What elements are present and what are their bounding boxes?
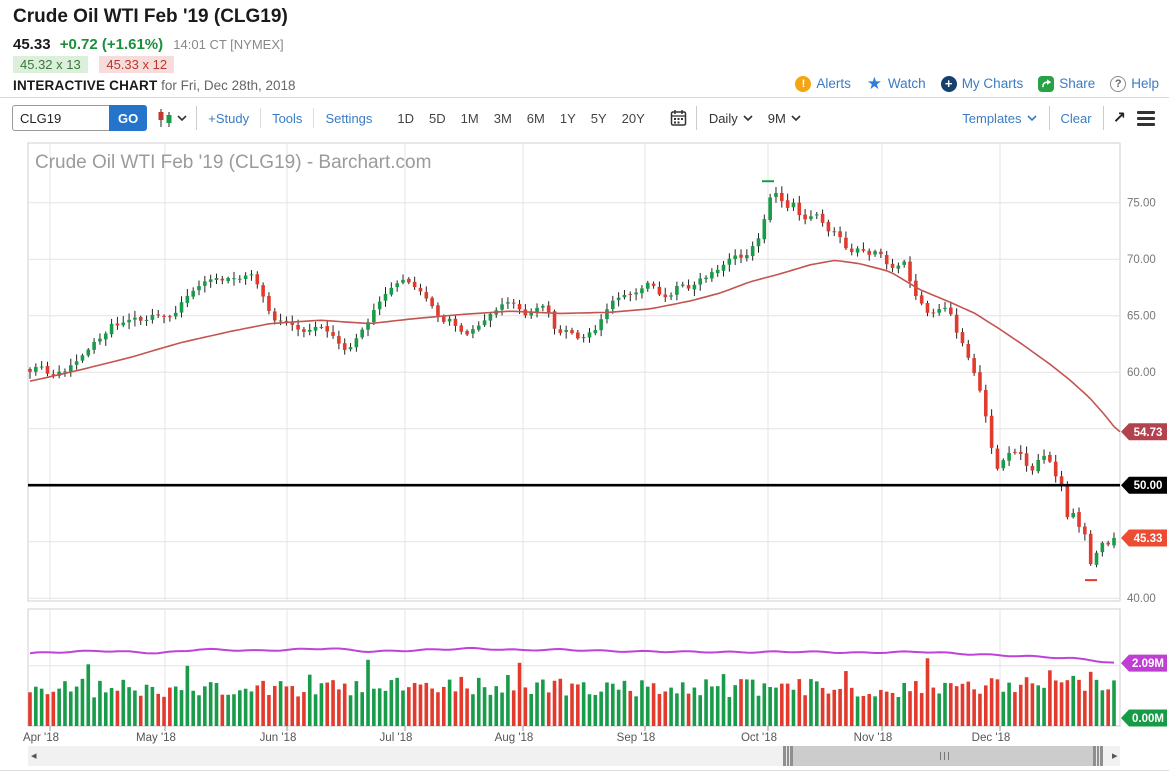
month-axis-label: Jun '18	[260, 732, 297, 744]
share-link[interactable]: Share	[1038, 76, 1095, 92]
symbol-input[interactable]	[12, 105, 109, 131]
price-change: +0.72 (+1.61%)	[60, 36, 163, 53]
divider	[196, 106, 197, 130]
chart-scrollbar-thumb[interactable]	[783, 746, 1103, 766]
share-arrow-icon	[1038, 76, 1054, 92]
templates-dropdown[interactable]: Templates	[959, 111, 1039, 126]
divider	[313, 108, 314, 128]
tools-button[interactable]: Tools	[270, 111, 304, 126]
last-price: 45.33	[13, 36, 51, 53]
chevron-down-icon	[743, 115, 753, 121]
month-axis-label: Oct '18	[741, 732, 777, 744]
bottom-divider	[0, 770, 1169, 771]
price-axis-label: 60.00	[1127, 367, 1156, 379]
month-axis-label: Nov '18	[854, 732, 893, 744]
month-axis-label: Jul '18	[380, 732, 413, 744]
menu-icon[interactable]	[1135, 109, 1157, 128]
alert-exclamation-icon: !	[795, 76, 811, 92]
range-20y-button[interactable]: 20Y	[619, 111, 648, 126]
chart-scrollbar-track[interactable]: ◂ ▸	[28, 746, 1120, 766]
divider	[1049, 106, 1050, 130]
candlestick-icon	[156, 108, 174, 128]
go-button[interactable]: GO	[109, 105, 147, 131]
bid-badge: 45.32 x 13	[13, 56, 88, 73]
chevron-down-icon	[177, 115, 187, 121]
price-axis-label: 75.00	[1127, 198, 1156, 210]
axis-badge-label: 54.73	[1134, 427, 1163, 439]
calendar-icon	[670, 109, 687, 127]
divider	[696, 106, 697, 130]
scroll-handle-right[interactable]	[1093, 746, 1103, 766]
range-1y-button[interactable]: 1Y	[557, 111, 579, 126]
scroll-handle-left[interactable]	[783, 746, 793, 766]
header-links: ! Alerts ★ Watch + My Charts Share ? Hel…	[795, 75, 1159, 92]
star-icon: ★	[866, 75, 883, 92]
frequency-dropdown[interactable]: Daily	[706, 111, 756, 126]
my-charts-link[interactable]: + My Charts	[941, 76, 1024, 92]
chevron-down-icon	[1027, 115, 1037, 121]
chevron-down-icon	[791, 115, 801, 121]
range-6m-button[interactable]: 6M	[524, 111, 548, 126]
axis-badge-label: 45.33	[1134, 533, 1163, 545]
axis-badge-label: 50.00	[1134, 480, 1163, 492]
chart-toolbar: GO +Study Tools Settings 1D 5D 1M 3M 6M …	[0, 100, 1169, 136]
scroll-grip	[940, 752, 951, 760]
chart-type-dropdown[interactable]	[156, 108, 187, 128]
symbol-input-group: GO	[12, 105, 147, 131]
ask-badge: 45.33 x 12	[99, 56, 174, 73]
scroll-right-icon[interactable]: ▸	[1112, 749, 1118, 763]
range-1d-button[interactable]: 1D	[394, 111, 417, 126]
scroll-left-icon[interactable]: ◂	[31, 749, 37, 763]
month-axis-label: Sep '18	[617, 732, 656, 744]
clear-button[interactable]: Clear	[1059, 111, 1094, 126]
quote-time: 14:01 CT [NYMEX]	[173, 37, 283, 52]
divider	[260, 108, 261, 128]
range-5y-button[interactable]: 5Y	[588, 111, 610, 126]
interactive-chart-label: INTERACTIVE CHART	[13, 78, 157, 93]
range-5d-button[interactable]: 5D	[426, 111, 449, 126]
expand-chart-icon[interactable]: ↗	[1113, 108, 1126, 128]
range-1m-button[interactable]: 1M	[458, 111, 482, 126]
chart-watermark-title: Crude Oil WTI Feb '19 (CLG19) - Barchart…	[35, 152, 431, 173]
month-axis-label: Aug '18	[495, 732, 534, 744]
month-axis-label: Dec '18	[972, 732, 1011, 744]
interactive-price-chart[interactable]: Crude Oil WTI Feb '19 (CLG19) - Barchart…	[0, 140, 1169, 744]
bid-ask-row: 45.32 x 13 45.33 x 12	[13, 57, 174, 72]
barchart-interactive-chart-page: Crude Oil WTI Feb '19 (CLG19) 45.33 +0.7…	[0, 0, 1169, 774]
watch-link[interactable]: ★ Watch	[866, 75, 926, 92]
plus-circle-icon: +	[941, 76, 957, 92]
page-title: Crude Oil WTI Feb '19 (CLG19)	[13, 6, 288, 28]
page-subtitle: INTERACTIVE CHART for Fri, Dec 28th, 201…	[13, 78, 296, 93]
calendar-button[interactable]	[670, 109, 687, 127]
axis-badge-label: 2.09M	[1132, 658, 1164, 670]
divider	[1103, 106, 1104, 130]
alerts-link[interactable]: ! Alerts	[795, 76, 851, 92]
add-study-button[interactable]: +Study	[206, 111, 251, 126]
chart-date-label: for Fri, Dec 28th, 2018	[161, 78, 295, 93]
price-axis-label: 65.00	[1127, 311, 1156, 323]
price-axis-label: 70.00	[1127, 254, 1156, 266]
month-axis-label: May '18	[136, 732, 176, 744]
question-circle-icon: ?	[1110, 76, 1126, 92]
header-divider	[0, 97, 1169, 98]
help-link[interactable]: ? Help	[1110, 76, 1159, 92]
quote-row: 45.33 +0.72 (+1.61%) 14:01 CT [NYMEX]	[13, 36, 284, 53]
range-3m-button[interactable]: 3M	[491, 111, 515, 126]
span-dropdown[interactable]: 9M	[765, 111, 804, 126]
axis-badges: 54.73 50.00 45.33 2.09M 0.00M	[1121, 423, 1167, 726]
month-axis-label: Apr '18	[23, 732, 59, 744]
settings-button[interactable]: Settings	[323, 111, 374, 126]
axis-badge-label: 0.00M	[1132, 713, 1164, 725]
price-axis-label: 40.00	[1127, 593, 1156, 605]
